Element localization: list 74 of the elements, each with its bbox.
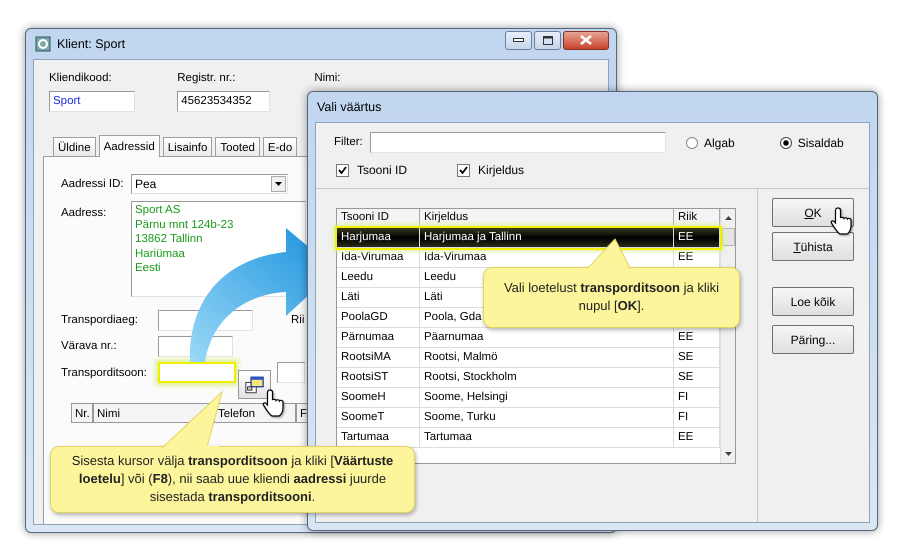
checkbox[interactable]: Kirjeldus (457, 161, 524, 179)
field-label: Aadress: (61, 206, 108, 222)
table-cell: SoomeT (337, 408, 420, 427)
tab[interactable]: Üldine (53, 137, 96, 156)
field-label: Värava nr.: (61, 339, 118, 354)
table-cell: RootsiMA (337, 348, 420, 367)
tab[interactable]: Lisainfo (162, 137, 212, 156)
table-cell: Soome, Turku (420, 408, 674, 427)
table-cell: Harjumaa (337, 228, 420, 247)
table-cell: Ida-Virumaa (337, 248, 420, 267)
table-cell: Soome, Helsingi (420, 388, 674, 407)
maximize-button[interactable] (534, 30, 561, 50)
field-label: Transporditsoon: (61, 366, 148, 382)
text-field[interactable] (277, 362, 305, 384)
field-label: Transpordiaeg: (61, 313, 139, 328)
table-cell: Leedu (337, 268, 420, 287)
field-label: Nimi: (314, 71, 342, 86)
list-row[interactable]: Harjumaa Harjumaa ja Tallinn EE (337, 228, 720, 248)
checkmark-icon (338, 166, 347, 174)
window-title: Klient: Sport (57, 36, 126, 53)
column-header: Nr. (71, 403, 93, 424)
table-cell: SoomeH (337, 388, 420, 407)
field-label: Filter: (334, 134, 364, 150)
filter-field[interactable] (370, 132, 666, 153)
close-icon (580, 35, 592, 45)
table-cell: Pärnumaa (337, 328, 420, 347)
minimize-icon (513, 38, 524, 42)
checkbox[interactable]: Tsooni ID (336, 161, 408, 179)
list-row[interactable]: SoomeT Soome, Turku FI (337, 408, 720, 428)
app-icon (35, 36, 51, 52)
text-field[interactable]: Sport (49, 91, 135, 112)
window-title: Vali väärtus (317, 98, 382, 116)
checkmark-icon (459, 166, 468, 174)
list-row[interactable]: RootsiMA Rootsi, Malmö SE (337, 348, 720, 368)
maximize-icon (542, 36, 552, 44)
address-line: Hariümaa (135, 246, 186, 262)
minimize-button[interactable] (505, 30, 532, 50)
windows-icon (245, 374, 264, 395)
dialog-button[interactable]: Loe kõik (772, 287, 854, 316)
table-cell: RootsiST (337, 368, 420, 387)
table-cell: Läti (337, 288, 420, 307)
hand-cursor-icon (262, 388, 285, 418)
zone-field[interactable] (158, 362, 236, 384)
table-cell: PoolaGD (337, 308, 420, 327)
tooltip-pointer (588, 239, 633, 269)
radio-button[interactable]: Sisaldab (780, 134, 844, 152)
address-id-dropdown[interactable]: Pea (131, 174, 288, 194)
dialog-button[interactable]: Päring... (772, 325, 854, 354)
tab[interactable]: Aadressid (98, 135, 160, 158)
list-row[interactable]: SoomeH Soome, Helsingi FI (337, 388, 720, 408)
field-label: Kliendikood: (49, 71, 113, 86)
dialog-button[interactable]: Tühista (772, 232, 854, 261)
dialog-button[interactable]: OK (772, 198, 854, 227)
text-field[interactable]: 45623534352 (177, 91, 270, 112)
field-label: Aadressi ID: (61, 176, 125, 192)
list-row[interactable]: RootsiST Rootsi, Stockholm SE (337, 368, 720, 388)
field-label: Registr. nr.: (177, 71, 236, 86)
hand-cursor-icon (830, 206, 853, 236)
table-cell: Rootsi, Malmö (420, 348, 674, 367)
close-button[interactable] (563, 30, 609, 50)
table-cell: Rootsi, Stockholm (420, 368, 674, 387)
table-cell: Tartumaa (420, 428, 674, 447)
address-line: Pärnu mnt 124b-23 (135, 218, 234, 232)
address-line: 13862 Tallinn (135, 232, 204, 247)
field-label: Rii (291, 313, 304, 328)
tab[interactable]: Tooted (215, 137, 260, 156)
table-cell: EE (674, 228, 720, 247)
tab[interactable]: E-do (262, 137, 298, 156)
caret-icon (275, 182, 282, 186)
address-line: Sport AS (135, 203, 182, 218)
radio-button[interactable]: Algab (686, 134, 735, 152)
address-line: Eesti (135, 261, 162, 276)
scroll-thumb[interactable] (722, 228, 734, 246)
value-list-button[interactable] (238, 370, 271, 400)
